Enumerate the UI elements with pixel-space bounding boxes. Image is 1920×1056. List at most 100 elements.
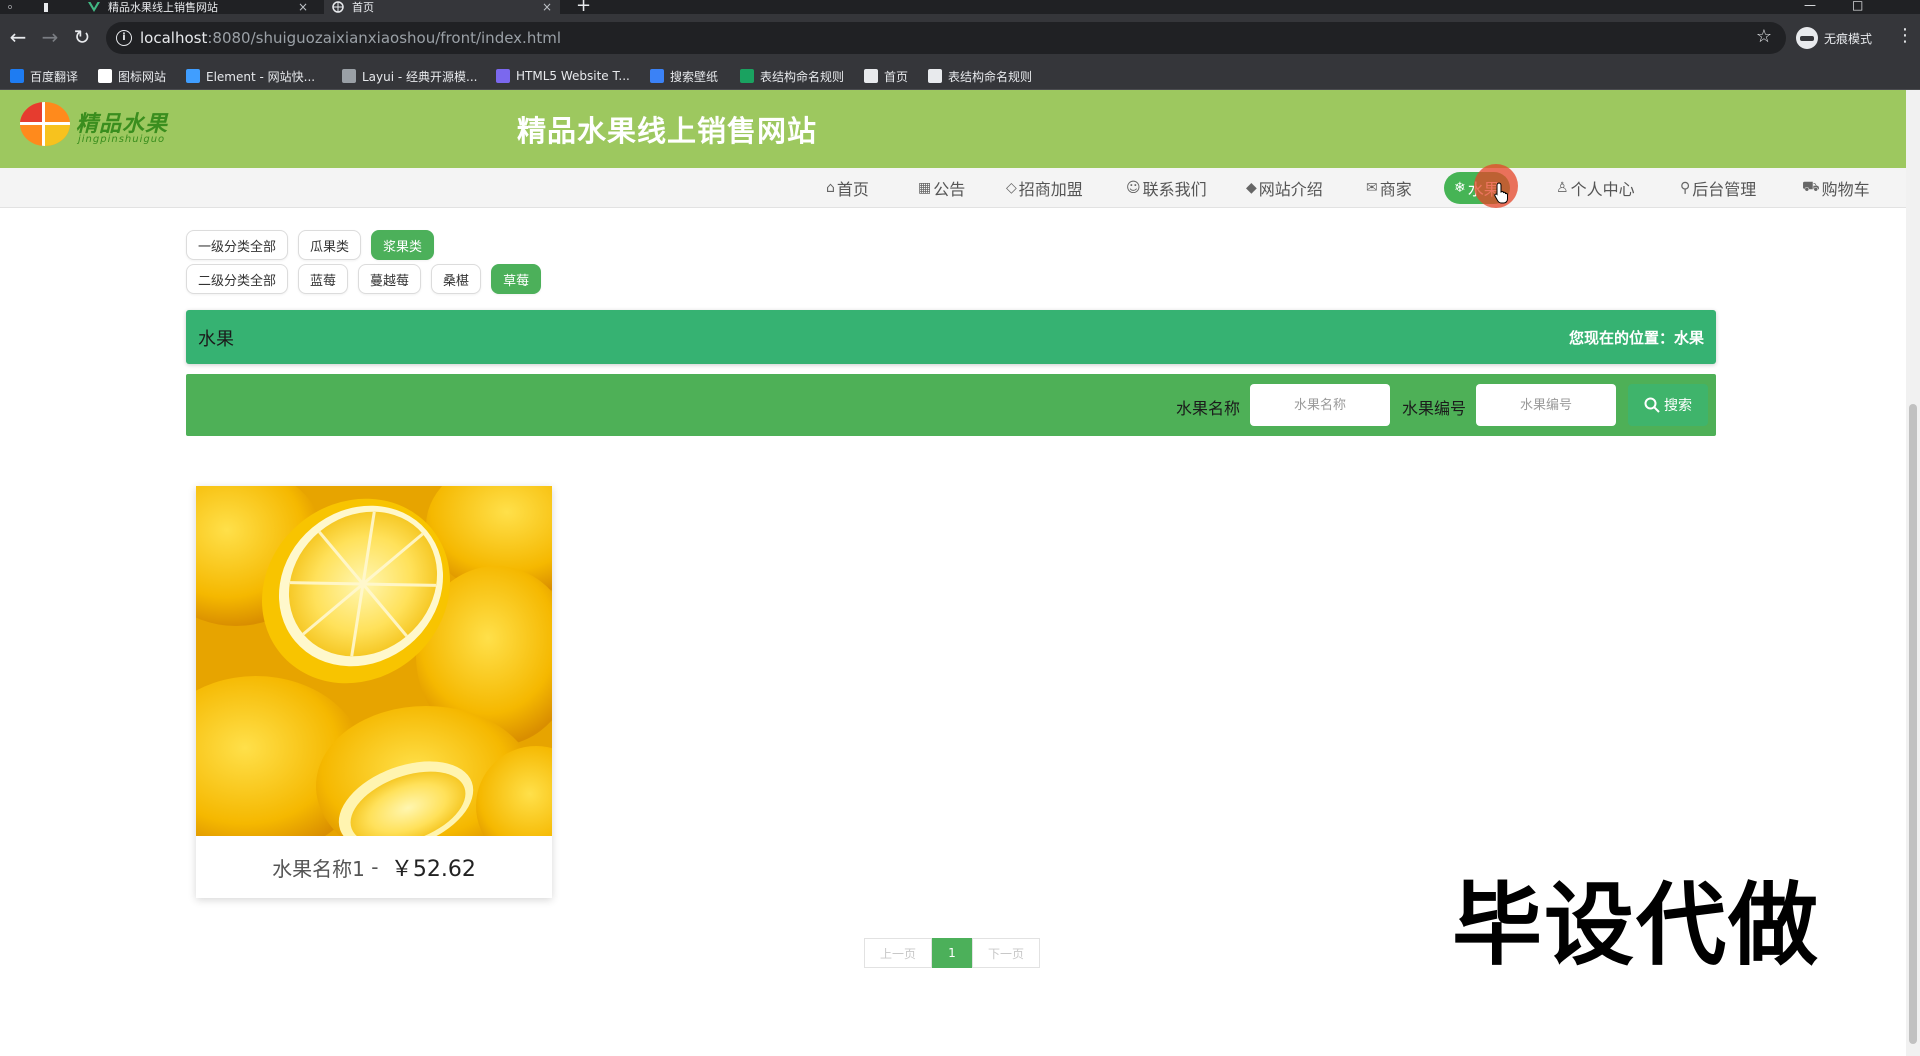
bookmark-star-icon[interactable]: ☆ [1756,26,1772,47]
info-icon[interactable]: i [116,30,132,46]
site-header: 精品水果 jingpinshuiguo 精品水果线上销售网站 [0,90,1906,168]
kebab-menu-icon[interactable]: ⋮ [1896,26,1914,46]
page-scrollbar[interactable] [1906,90,1920,1056]
bookmark-label: 表结构命名规则 [948,69,1033,84]
next-page-button[interactable]: 下一页 [972,938,1040,968]
search-panel: 水果名称 水果编号 搜索 [186,374,1716,436]
nav-item-label: 购物车 [1821,180,1870,199]
browser-menu-icon[interactable] [0,0,20,14]
bookmark-label: Element - 网站快... [206,69,316,84]
url-text[interactable]: localhost:8080/shuiguozaixianxiaoshou/fr… [140,29,561,47]
bookmark-favicon-icon [342,69,356,83]
incognito-indicator[interactable]: 无痕模式 [1796,26,1872,50]
tab-title: 首页 [352,1,374,14]
minimize-icon[interactable]: — [1804,0,1816,12]
category-chip[interactable]: 桑椹 [431,264,482,294]
nav-item-label: 商家 [1379,180,1412,199]
address-bar[interactable]: i localhost:8080/shuiguozaixianxiaoshou/… [106,22,1786,54]
bookmark-item[interactable]: HTML5 Website T... [496,68,630,84]
browser-toolbar: ← → ↻ i localhost:8080/shuiguozaixianxia… [0,14,1920,62]
category-chip[interactable]: 蔓越莓 [358,264,422,294]
category-chip[interactable]: 一级分类全部 [186,230,289,260]
fruit-name-label: 水果名称 [1176,399,1241,418]
cart-icon: ⛟ [1802,179,1820,195]
nav-item-label: 招商加盟 [1018,180,1083,199]
category-chip[interactable]: 浆果类 [371,230,435,260]
page-number-button[interactable]: 1 [932,938,972,968]
scrollbar-thumb[interactable] [1909,404,1917,1044]
maximize-icon[interactable]: □ [1852,0,1863,12]
nav-item[interactable]: ◆ 网站介绍 [1240,174,1329,202]
back-icon[interactable]: ← [4,24,32,52]
reload-icon[interactable]: ↻ [68,24,96,52]
nav-item-label: 公告 [933,180,966,199]
bookmark-item[interactable]: Element - 网站快... [186,68,315,84]
close-icon[interactable]: × [542,0,552,14]
home-icon: ⌂ [826,180,835,196]
category-level1-filters: 一级分类全部 瓜果类 浆果类 [186,228,444,262]
bookmark-item[interactable]: 首页 [864,68,908,84]
bookmark-item[interactable]: 百度翻译 [10,68,78,84]
nav-item-label: 后台管理 [1692,180,1757,199]
incognito-label: 无痕模式 [1824,31,1873,46]
browser-tab-1[interactable]: 精品水果线上销售网站 × [80,0,316,14]
search-button[interactable]: 搜索 [1628,384,1708,426]
product-caption[interactable]: 水果名称1 - ￥52.62 [196,836,552,898]
search-button-label: 搜索 [1664,398,1692,414]
nav-item[interactable]: ☺ 联系我们 [1120,174,1213,202]
user-icon: ♙ [1556,180,1569,196]
new-tab-button[interactable]: + [576,0,591,15]
product-image[interactable] [196,486,552,836]
browser-tab-2[interactable]: 首页 × [324,0,560,14]
close-icon[interactable]: × [298,0,308,14]
bookmark-favicon-icon [98,69,112,83]
incognito-icon [1796,27,1818,49]
breadcrumb: 您现在的位置：水果 [1568,329,1704,347]
browser-tab-strip: 精品水果线上销售网站 × 首页 × + — □ [0,0,1920,15]
nav-item[interactable]: ✉ 商家 [1360,174,1418,202]
fruit-name-input[interactable] [1250,384,1390,426]
prev-page-button[interactable]: 上一页 [864,938,932,968]
nav-item-label: 个人中心 [1570,180,1635,199]
link-icon: ⚲ [1680,180,1691,196]
bookmark-favicon-icon [864,69,878,83]
fruit-code-input[interactable] [1476,384,1616,426]
bookmark-item[interactable]: Layui - 经典开源模... [342,68,477,84]
section-title: 水果 [198,329,234,350]
nav-item-label: 网站介绍 [1258,180,1323,199]
page-viewport: 精品水果 jingpinshuiguo 精品水果线上销售网站 ⌂ 首页 ▦ 公告 ◇ 招商… [0,90,1906,1056]
nav-item[interactable]: ◇ 招商加盟 [1000,174,1089,202]
nav-item[interactable]: ⛟ 购物车 [1796,174,1876,202]
category-chip[interactable]: 瓜果类 [298,230,362,260]
nav-item[interactable]: ▦ 公告 [912,174,971,202]
product-card[interactable]: 水果名称1 - ￥52.62 [196,486,552,898]
bookmark-item[interactable]: 表结构命名规则 [740,68,844,84]
bookmark-label: Layui - 经典开源模... [362,69,478,84]
bookmark-item[interactable]: 图标网站 [98,68,166,84]
category-chip[interactable]: 二级分类全部 [186,264,289,294]
forward-icon[interactable]: → [36,24,64,52]
search-icon [1644,397,1660,413]
product-price: ￥52.62 [390,857,476,882]
bookmark-favicon-icon [186,69,200,83]
nav-item[interactable]: ⚲ 后台管理 [1674,174,1762,202]
nav-item-label: 联系我们 [1142,180,1207,199]
tab-search-icon[interactable] [36,0,56,14]
nav-item[interactable]: ♙ 个人中心 [1550,174,1641,202]
bookmark-item[interactable]: 表结构命名规则 [928,68,1032,84]
bookmark-label: HTML5 Website T... [516,69,630,83]
bookmark-label: 首页 [884,69,909,84]
bookmark-favicon-icon [740,69,754,83]
site-logo[interactable]: 精品水果 jingpinshuiguo [20,102,170,152]
tag-icon: ◇ [1006,180,1017,196]
notice-icon: ▦ [918,180,932,196]
category-chip[interactable]: 蓝莓 [298,264,349,294]
bookmark-favicon-icon [650,69,664,83]
globe-icon [332,1,344,13]
tab-title: 精品水果线上销售网站 [108,1,218,14]
section-title-bar: 水果 您现在的位置：水果 [186,310,1716,364]
category-chip[interactable]: 草莓 [491,264,542,294]
bookmark-item[interactable]: 搜索壁纸 [650,68,718,84]
product-name: 水果名称1 [272,856,365,881]
nav-item[interactable]: ⌂ 首页 [820,174,875,202]
